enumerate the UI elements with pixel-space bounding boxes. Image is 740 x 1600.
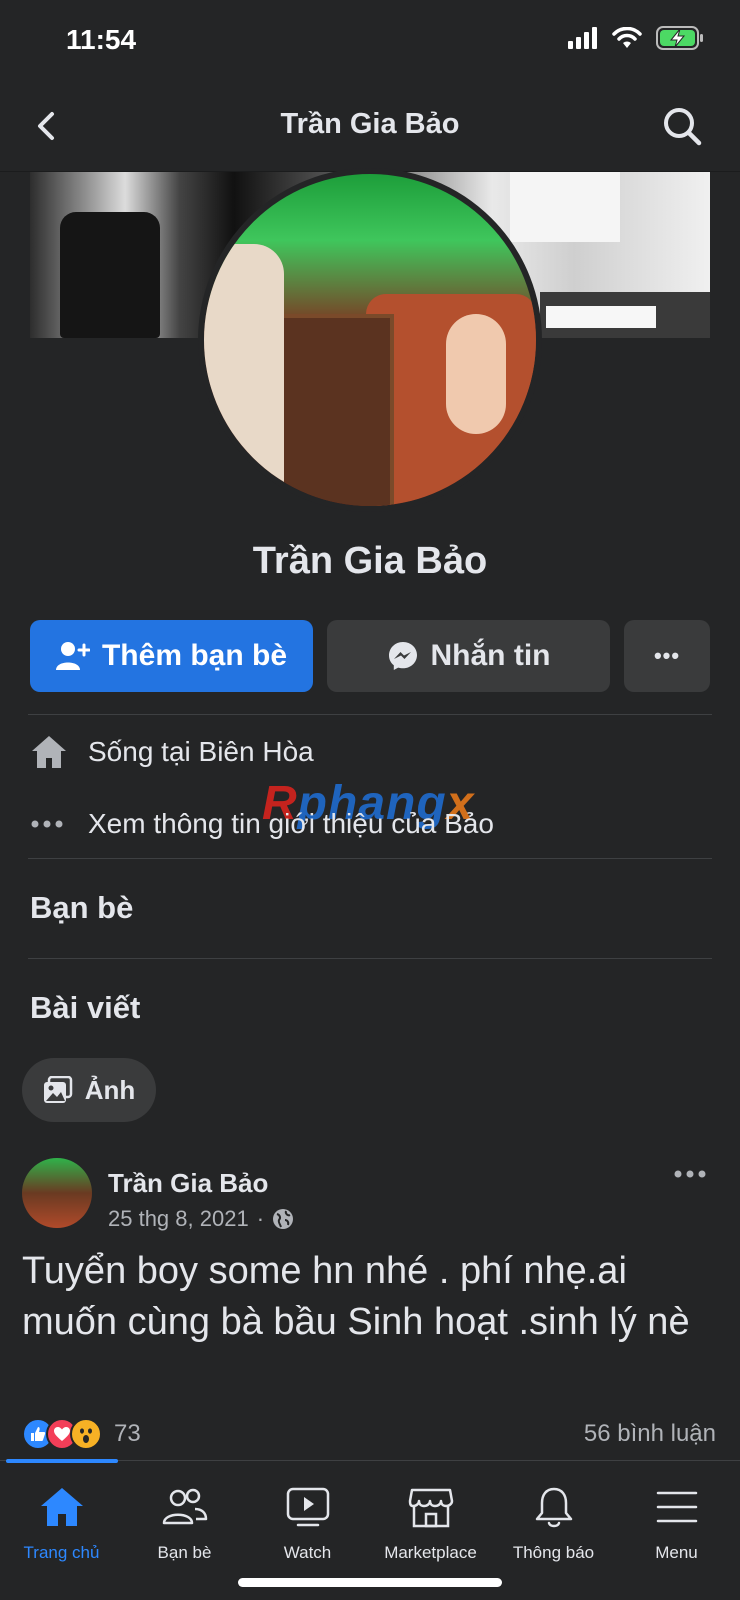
active-tab-indicator [6,1459,118,1463]
tab-label: Trang chủ [23,1543,100,1562]
cellular-signal-icon [568,27,597,49]
tab-label: Marketplace [384,1543,477,1562]
tab-watch[interactable]: Watch [246,1483,369,1563]
see-about-label: Xem thông tin giới thiệu của Bảo [88,808,494,839]
nav-title: Trần Gia Bảo [280,108,460,140]
post-date[interactable]: 25 thg 8, 2021 [108,1206,249,1232]
avatar-person-shape [204,244,284,506]
wifi-icon [612,27,642,48]
tab-home[interactable]: Trang chủ [0,1483,123,1563]
lives-city: Biên Hòa [198,736,314,767]
tab-marketplace[interactable]: Marketplace [369,1483,492,1563]
photos-chip[interactable]: Ảnh [22,1058,156,1122]
search-button[interactable] [660,104,704,148]
tab-label: Bạn bè [157,1543,212,1562]
tab-label: Thông báo [512,1543,595,1562]
message-label: Nhắn tin [430,639,551,672]
bell-icon [535,1487,572,1528]
add-friend-icon [55,642,90,670]
lives-prefix: Sống tại [88,736,199,767]
post-text: Tuyển boy some hn nhé . phí nhẹ.ai muốn … [22,1250,690,1343]
wow-reaction-icon [70,1418,102,1450]
messenger-icon [388,642,417,670]
search-icon [664,108,702,146]
status-time: 11:54 [66,24,137,55]
post-reactions[interactable]: 73 [22,1418,141,1450]
more-dots-icon: ••• [653,643,681,668]
intro-see-about[interactable]: Xem thông tin giới thiệu của Bảo [30,808,494,840]
comments-count[interactable]: 56 bình luận [584,1420,716,1448]
cover-paper-shape [546,306,656,328]
nav-bar: Trần Gia Bảo [0,80,740,172]
home-indicator [238,1578,502,1587]
post-meta-separator: · [256,1206,265,1231]
cover-shirt-shape [510,172,620,242]
profile-actions: Thêm bạn bè Nhắn tin ••• [30,620,710,692]
menu-icon [656,1491,697,1523]
divider [28,958,712,959]
battery-charging-icon [656,26,703,50]
tab-notifications[interactable]: Thông báo [492,1483,615,1563]
intro-lives-in[interactable]: Sống tại Biên Hòa [30,734,314,770]
add-friend-label: Thêm bạn bè [101,639,288,672]
watch-icon [286,1487,329,1527]
tab-menu[interactable]: Menu [615,1483,738,1563]
tab-label: Watch [283,1543,332,1562]
friends-icon [162,1488,207,1525]
more-dots-icon [31,820,63,828]
photos-chip-label: Ảnh [84,1074,136,1105]
photos-icon [43,1076,72,1103]
status-bar: 11:54 [0,0,740,80]
divider [28,714,712,715]
tab-friends[interactable]: Bạn bè [123,1483,246,1563]
marketplace-icon [408,1488,453,1528]
profile-name: Trần Gia Bảo [252,540,488,582]
post-meta: 25 thg 8, 2021 · [108,1206,294,1232]
friends-section-title[interactable]: Bạn bè [30,890,133,926]
cover-chair-shape [60,212,160,338]
more-dots-icon [674,1170,706,1178]
message-button[interactable]: Nhắn tin [327,620,610,692]
divider [28,858,712,859]
status-icons [568,26,704,50]
globe-icon [273,1209,294,1229]
post-author-avatar[interactable] [22,1158,92,1228]
profile-avatar[interactable] [198,168,542,512]
post-author-name[interactable]: Trần Gia Bảo [108,1168,268,1199]
home-icon [32,736,66,768]
add-friend-button[interactable]: Thêm bạn bè [30,620,313,692]
tab-label: Menu [655,1543,698,1562]
avatar-girl-shape [446,314,506,434]
post-more-button[interactable] [674,1166,706,1184]
reaction-count: 73 [114,1420,141,1447]
posts-section-title: Bài viết [30,990,141,1025]
more-actions-button[interactable]: ••• [624,620,710,692]
home-icon [40,1488,83,1526]
